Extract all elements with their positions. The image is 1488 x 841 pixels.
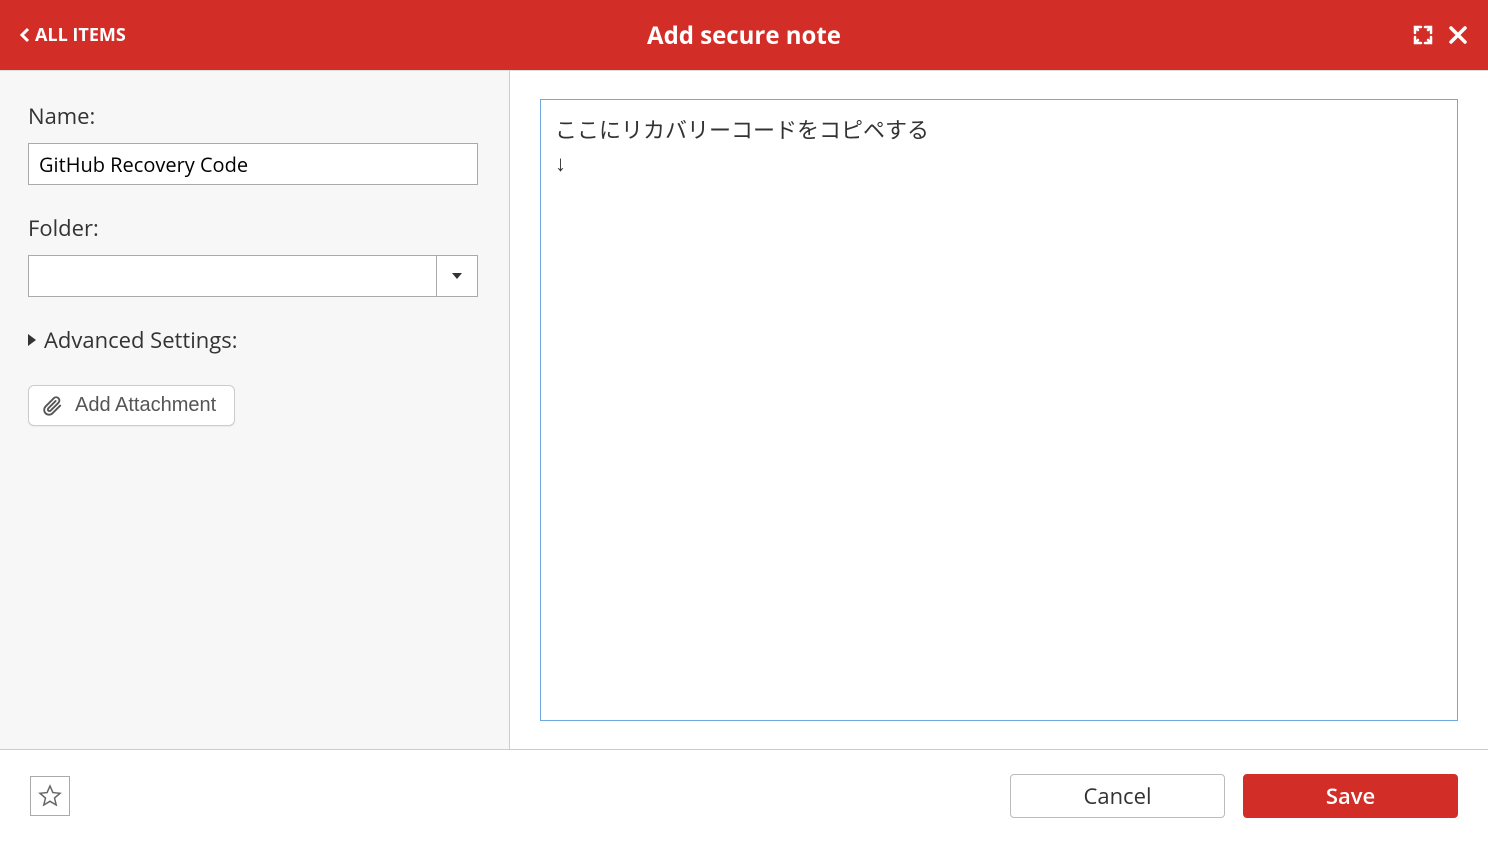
name-field-group: Name: [28, 101, 481, 185]
expand-button[interactable] [1413, 25, 1433, 45]
star-icon [38, 784, 62, 808]
name-label: Name: [28, 101, 481, 131]
left-panel: Name: Folder: Advanced Settings: [0, 71, 510, 749]
paperclip-icon [41, 395, 63, 417]
expand-icon [1413, 25, 1433, 45]
folder-dropdown-button[interactable] [436, 255, 478, 297]
caret-right-icon [28, 334, 36, 346]
folder-select[interactable] [28, 255, 478, 297]
save-button[interactable]: Save [1243, 774, 1458, 818]
cancel-button[interactable]: Cancel [1010, 774, 1225, 818]
favorite-button[interactable] [30, 776, 70, 816]
main-content: Name: Folder: Advanced Settings: [0, 70, 1488, 749]
folder-field-group: Folder: [28, 213, 481, 297]
close-icon [1448, 25, 1468, 45]
caret-down-icon [452, 273, 462, 279]
footer: Cancel Save [0, 749, 1488, 841]
add-attachment-button[interactable]: Add Attachment [28, 385, 235, 426]
page-title: Add secure note [647, 19, 841, 52]
header-controls [1413, 25, 1468, 45]
add-attachment-label: Add Attachment [75, 394, 216, 417]
back-label: ALL ITEMS [35, 23, 126, 47]
footer-actions: Cancel Save [1010, 774, 1458, 818]
name-input[interactable] [28, 143, 478, 185]
advanced-settings-toggle[interactable]: Advanced Settings: [28, 325, 481, 355]
header: ALL ITEMS Add secure note [0, 0, 1488, 70]
back-button[interactable]: ALL ITEMS [20, 23, 126, 47]
advanced-settings-label: Advanced Settings: [44, 325, 238, 355]
chevron-left-icon [20, 27, 30, 43]
close-button[interactable] [1448, 25, 1468, 45]
right-panel [510, 71, 1488, 749]
folder-label: Folder: [28, 213, 481, 243]
note-textarea[interactable] [540, 99, 1458, 721]
folder-select-value[interactable] [28, 255, 436, 297]
